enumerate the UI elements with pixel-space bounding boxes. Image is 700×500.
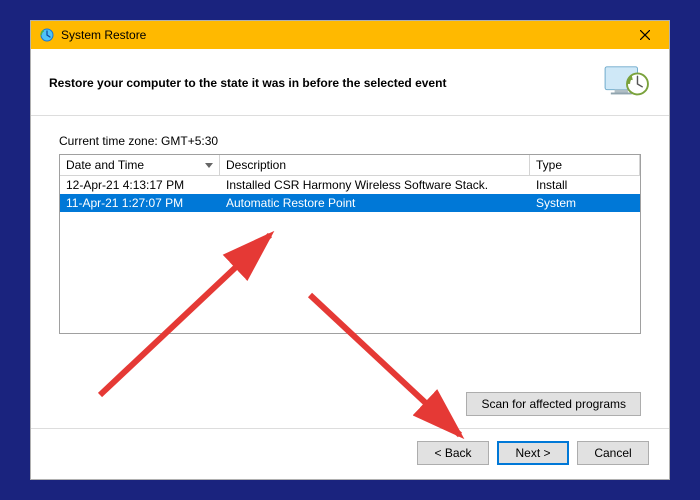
timezone-label: Current time zone: GMT+5:30 bbox=[59, 134, 641, 148]
titlebar[interactable]: System Restore bbox=[31, 21, 669, 49]
cell-date: 11-Apr-21 1:27:07 PM bbox=[60, 194, 220, 212]
wizard-footer: < Back Next > Cancel bbox=[31, 429, 669, 479]
cell-type: System bbox=[530, 194, 640, 212]
cell-date: 12-Apr-21 4:13:17 PM bbox=[60, 176, 220, 194]
back-button[interactable]: < Back bbox=[417, 441, 489, 465]
cancel-button[interactable]: Cancel bbox=[577, 441, 649, 465]
window-title: System Restore bbox=[61, 28, 146, 42]
cell-type: Install bbox=[530, 176, 640, 194]
cell-desc: Installed CSR Harmony Wireless Software … bbox=[220, 176, 530, 194]
system-restore-icon bbox=[39, 27, 55, 43]
cell-desc: Automatic Restore Point bbox=[220, 194, 530, 212]
table-body: 12-Apr-21 4:13:17 PMInstalled CSR Harmon… bbox=[60, 176, 640, 212]
scan-row: Scan for affected programs bbox=[31, 382, 669, 416]
close-button[interactable] bbox=[629, 21, 661, 49]
page-heading: Restore your computer to the state it wa… bbox=[49, 76, 603, 90]
column-type[interactable]: Type bbox=[530, 155, 640, 176]
table-row[interactable]: 11-Apr-21 1:27:07 PMAutomatic Restore Po… bbox=[60, 194, 640, 212]
content-area: Current time zone: GMT+5:30 Date and Tim… bbox=[31, 116, 669, 382]
close-icon bbox=[640, 30, 650, 40]
restore-points-table[interactable]: Date and Time Description Type 12-Apr-21… bbox=[59, 154, 641, 334]
system-restore-window: System Restore Restore your computer to … bbox=[30, 20, 670, 480]
wizard-header: Restore your computer to the state it wa… bbox=[31, 49, 669, 116]
restore-monitor-icon bbox=[603, 63, 651, 103]
column-description[interactable]: Description bbox=[220, 155, 530, 176]
table-row[interactable]: 12-Apr-21 4:13:17 PMInstalled CSR Harmon… bbox=[60, 176, 640, 194]
column-date[interactable]: Date and Time bbox=[60, 155, 220, 176]
table-header: Date and Time Description Type bbox=[60, 155, 640, 176]
next-button[interactable]: Next > bbox=[497, 441, 569, 465]
scan-affected-button[interactable]: Scan for affected programs bbox=[466, 392, 641, 416]
